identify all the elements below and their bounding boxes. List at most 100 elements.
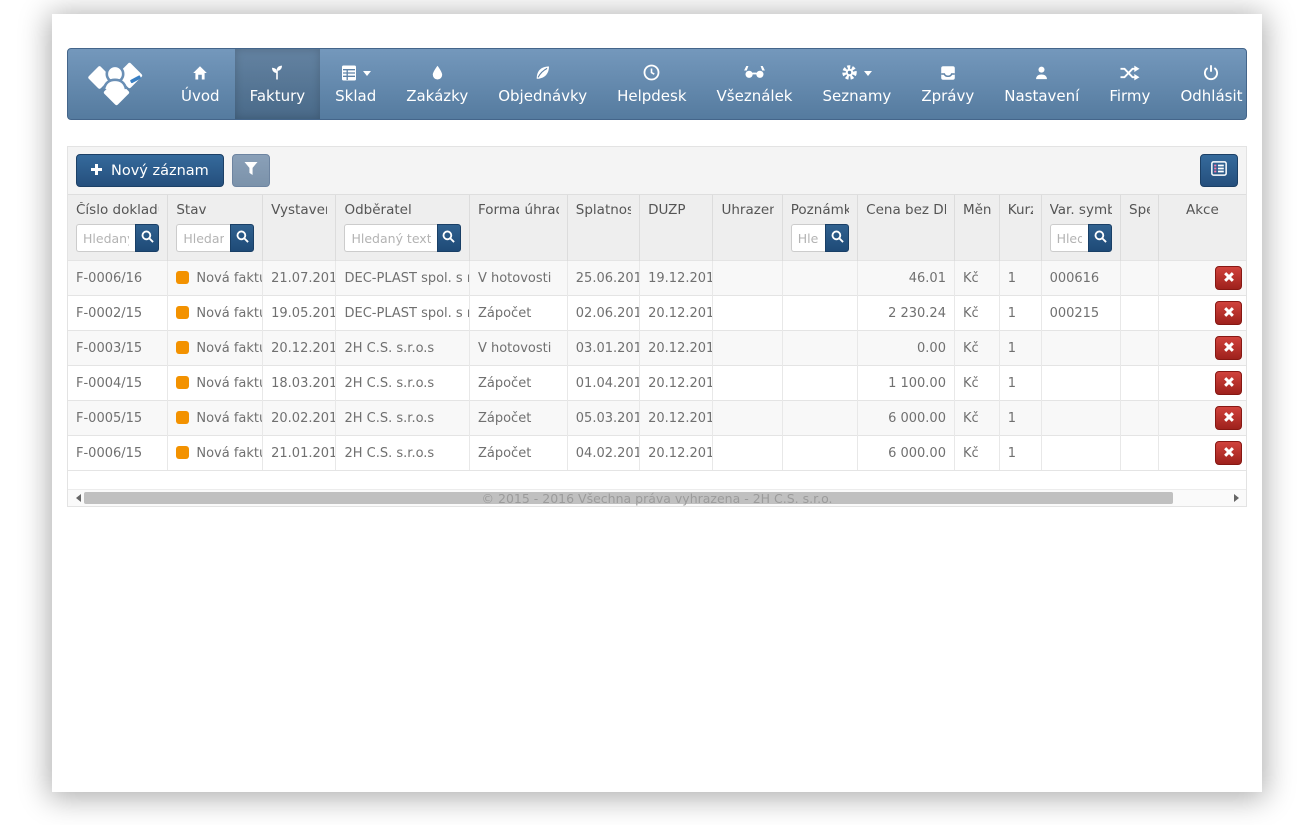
cell-splatnost: 03.01.2016	[567, 331, 639, 366]
search-button[interactable]	[1088, 224, 1112, 252]
cell-cislo-dokladu: F-0003/15	[68, 331, 168, 366]
copyright-footer: © 2015 - 2016 Všechna práva vyhrazena - …	[52, 491, 1262, 506]
delete-row-button[interactable]	[1215, 336, 1242, 360]
nav-item-sklad[interactable]: Sklad	[320, 49, 391, 119]
filter-group-stav	[176, 224, 254, 252]
delete-icon	[1223, 306, 1235, 321]
column-label: DUZP	[648, 202, 704, 219]
nav-item-objednavky[interactable]: Objednávky	[483, 49, 602, 119]
delete-row-button[interactable]	[1215, 441, 1242, 465]
column-header-akce: Akce	[1158, 195, 1246, 261]
invoice-table: Číslo dokladuStavVystavenoOdběratelForma…	[68, 195, 1246, 471]
nav-item-nastaveni[interactable]: Nastavení	[989, 49, 1094, 119]
cell-cislo-dokladu: F-0006/16	[68, 261, 168, 296]
cell-duzp: 20.12.2015	[640, 366, 713, 401]
status-icon	[176, 341, 189, 354]
cell-kurz: 1	[999, 401, 1041, 436]
nav-item-faktury[interactable]: Faktury	[235, 49, 321, 119]
column-header-cislo-dokladu: Číslo dokladu	[68, 195, 168, 261]
cell-forma-uhrady: Zápočet	[469, 401, 567, 436]
nav-item-zpravy[interactable]: Zprávy	[906, 49, 989, 119]
new-record-label: Nový záznam	[111, 163, 209, 179]
column-settings-button[interactable]	[1200, 154, 1238, 187]
delete-row-button[interactable]	[1215, 266, 1242, 290]
cell-cislo-dokladu: F-0002/15	[68, 296, 168, 331]
status-label: Nová faktura	[196, 446, 262, 461]
nav-left-group: Úvod FakturySkladZakázkyObjednávkyHelpdes…	[166, 49, 906, 119]
cell-cislo-dokladu: F-0005/15	[68, 401, 168, 436]
nav-item-zakazky[interactable]: Zakázky	[391, 49, 483, 119]
delete-icon	[1223, 376, 1235, 391]
delete-row-button[interactable]	[1215, 406, 1242, 430]
cell-cena-bez-dph: 46.01	[858, 261, 955, 296]
column-label: Číslo dokladu	[76, 202, 159, 219]
search-button[interactable]	[230, 224, 254, 252]
delete-row-button[interactable]	[1215, 371, 1242, 395]
filter-input-stav[interactable]	[176, 224, 230, 252]
column-header-odberatel: Odběratel	[336, 195, 469, 261]
nav-item-helpdesk[interactable]: Helpdesk	[602, 49, 701, 119]
filter-input-cislo-dokladu[interactable]	[76, 224, 135, 252]
filter-input-var-symbol[interactable]	[1050, 224, 1088, 252]
cell-poznamka	[782, 401, 857, 436]
cell-splatnost: 01.04.2016	[567, 366, 639, 401]
status-label: Nová faktura	[196, 306, 262, 321]
cell-mena: Kč	[954, 401, 999, 436]
cell-kurz: 1	[999, 331, 1041, 366]
caret-down-icon	[363, 71, 371, 80]
delete-row-button[interactable]	[1215, 301, 1242, 325]
table-row[interactable]: F-0003/15Nová faktura20.12.20152H C.S. s…	[68, 331, 1246, 366]
filter-input-odberatel[interactable]	[344, 224, 436, 252]
cell-mena: Kč	[954, 296, 999, 331]
table-row[interactable]: F-0006/15Nová faktura21.01.20162H C.S. s…	[68, 436, 1246, 471]
new-record-button[interactable]: Nový záznam	[76, 154, 224, 187]
table-row[interactable]: F-0002/15Nová faktura19.05.2016DEC-PLAST…	[68, 296, 1246, 331]
cell-odberatel: 2H C.S. s.r.o.s	[336, 436, 469, 471]
app-logo[interactable]	[68, 49, 166, 119]
search-button[interactable]	[135, 224, 159, 252]
cell-vystaveno: 21.01.2016	[263, 436, 336, 471]
nav-item-seznamy[interactable]: Seznamy	[808, 49, 907, 119]
cell-akce	[1158, 366, 1246, 401]
column-header-splatnost: Splatnost	[567, 195, 639, 261]
filter-input-poznamka[interactable]	[791, 224, 825, 252]
nav-item-odhlasit[interactable]: Odhlásit	[1165, 49, 1247, 119]
cell-duzp: 20.12.2015	[640, 436, 713, 471]
status-icon	[176, 411, 189, 424]
filter-button[interactable]	[232, 154, 270, 187]
nav-item-firmy[interactable]: Firmy	[1094, 49, 1165, 119]
nav-item-uvod[interactable]: Úvod	[166, 49, 235, 119]
cell-vystaveno: 20.02.2016	[263, 401, 336, 436]
cell-uhrazeno	[713, 366, 782, 401]
nav-item-vseznalek[interactable]: Všeználek	[702, 49, 808, 119]
cell-splatnost: 04.02.2016	[567, 436, 639, 471]
column-header-uhrazeno: Uhrazeno	[713, 195, 782, 261]
table-row[interactable]: F-0005/15Nová faktura20.02.20162H C.S. s…	[68, 401, 1246, 436]
cell-uhrazeno	[713, 261, 782, 296]
table-row[interactable]: F-0004/15Nová faktura18.03.20162H C.S. s…	[68, 366, 1246, 401]
status-label: Nová faktura	[196, 411, 262, 426]
gear-icon	[841, 63, 872, 82]
search-button[interactable]	[825, 224, 849, 252]
drop-icon	[430, 63, 445, 82]
cell-spec	[1121, 436, 1159, 471]
nav-item-label: Úvod	[181, 88, 220, 105]
search-button[interactable]	[437, 224, 461, 252]
search-icon	[1094, 230, 1107, 246]
column-label: Cena bez DPH	[866, 202, 946, 219]
column-label: Stav	[176, 202, 254, 219]
delete-icon	[1223, 341, 1235, 356]
glasses-icon	[743, 63, 766, 82]
nav-item-label: Nastavení	[1004, 88, 1079, 105]
delete-icon	[1223, 446, 1235, 461]
filter-icon	[244, 162, 258, 179]
table-row[interactable]: F-0006/16Nová faktura21.07.2016DEC-PLAST…	[68, 261, 1246, 296]
cell-spec	[1121, 331, 1159, 366]
cell-stav: Nová faktura	[168, 261, 263, 296]
cell-kurz: 1	[999, 436, 1041, 471]
cell-spec	[1121, 401, 1159, 436]
status-icon	[176, 271, 189, 284]
cell-cena-bez-dph: 0.00	[858, 331, 955, 366]
cell-uhrazeno	[713, 401, 782, 436]
column-header-kurz: Kurz	[999, 195, 1041, 261]
